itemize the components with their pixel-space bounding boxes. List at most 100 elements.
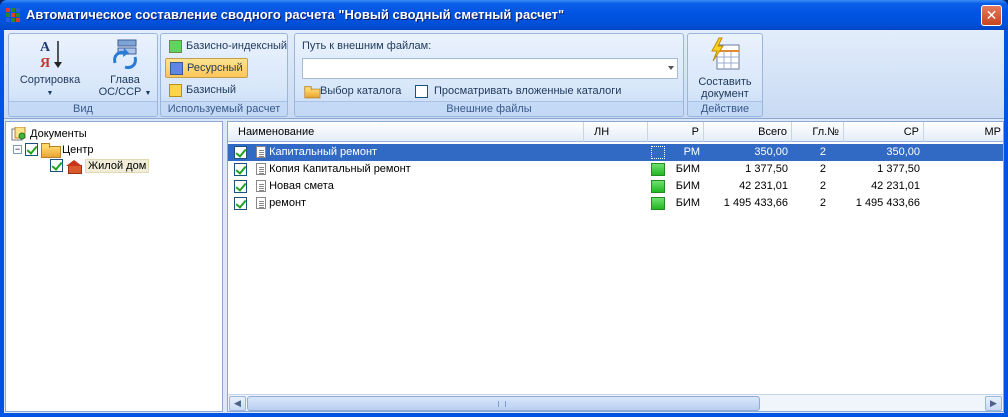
compose-label-1: Составить [698, 76, 752, 88]
group-calc-label: Используемый расчет [161, 101, 287, 116]
compose-document-icon [711, 37, 740, 70]
row-name-cell: ремонт [256, 195, 306, 212]
table-row[interactable]: ремонт БИМ 1 495 433,66 2 1 495 433,66 [228, 195, 1003, 214]
checkbox-checked-icon[interactable] [50, 159, 63, 172]
browse-nested-checkbox[interactable]: Просматривать вложенные каталоги [411, 81, 625, 101]
group-action-label: Действие [688, 101, 762, 116]
table-row[interactable]: Копия Капитальный ремонт БИМ 1 377,50 2 1 37… [228, 161, 1003, 178]
tree-node-house[interactable]: Жилой дом [50, 157, 150, 174]
scrollbar-thumb[interactable] [247, 396, 760, 411]
tree-node-documents[interactable]: Документы [11, 125, 87, 142]
row-sr: 1 377,50 [877, 163, 920, 175]
row-sr: 1 495 433,66 [855, 197, 920, 209]
row-r: БИМ [675, 180, 700, 192]
chapter-label-1: Глава [110, 74, 140, 86]
col-mr[interactable]: МР [924, 122, 1003, 142]
chevron-down-icon [668, 66, 674, 70]
row-total: 350,00 [754, 146, 788, 158]
sort-dropdown-icon: ▼ [46, 90, 54, 97]
choose-dir-label: Выбор каталога [320, 85, 402, 97]
window-title: Автоматическое составление сводного расч… [26, 7, 565, 22]
col-total[interactable]: Всего [704, 122, 792, 142]
calc-option-label: Базисный [186, 84, 237, 96]
sort-label: Сортировка [19, 74, 81, 86]
blue-swatch-icon [170, 61, 183, 75]
tree-node-label: Жилой дом [85, 158, 150, 173]
svg-text:Я: Я [40, 56, 50, 71]
col-ln[interactable]: ЛН [584, 122, 648, 142]
row-sr: 42 231,01 [871, 180, 920, 192]
calc-option-resource[interactable]: Ресурсный [165, 58, 248, 78]
document-icon [256, 146, 266, 159]
grid-header: Наименование ЛН Р Всего Гл.№ СР МР [228, 122, 1003, 142]
path-label: Путь к внешним файлам: [302, 40, 432, 52]
calc-option-label: Ресурсный [187, 62, 243, 74]
col-chapter[interactable]: Гл.№ [792, 122, 844, 142]
svg-text:A: A [40, 40, 51, 55]
chapter-icon [113, 39, 137, 69]
calc-option-basis-index[interactable]: Базисно-индексный [165, 36, 291, 56]
choose-dir-button[interactable]: Выбор каталога [299, 81, 405, 101]
estimates-grid: Наименование ЛН Р Всего Гл.№ СР МР Капит… [227, 121, 1004, 412]
col-name[interactable]: Наименование [228, 122, 584, 142]
group-view: A Я Сортировка ▼ Глава ОС/ССР ▼ Вид [8, 33, 158, 117]
document-icon [256, 163, 266, 176]
row-chapter: 2 [819, 163, 826, 175]
group-calc: Базисно-индексный Ресурсный Базисный Исп… [160, 33, 288, 117]
row-chapter: 2 [819, 197, 826, 209]
col-r[interactable]: Р [648, 122, 704, 142]
folder-icon [41, 143, 61, 158]
green-swatch-icon [169, 39, 182, 53]
row-name: Копия Капитальный ремонт [269, 163, 411, 175]
row-total: 1 377,50 [745, 163, 788, 175]
row-name: Капитальный ремонт [269, 146, 378, 158]
horizontal-scrollbar[interactable]: ◀ ▶ [228, 394, 1003, 411]
checkbox-checked-icon[interactable] [234, 146, 247, 159]
col-sr[interactable]: СР [844, 122, 924, 142]
row-name-cell: Новая смета [256, 178, 334, 195]
scroll-right-icon[interactable]: ▶ [985, 396, 1002, 411]
compose-document-button[interactable]: Составить документ [694, 37, 756, 100]
checkbox-checked-icon[interactable] [25, 143, 38, 156]
row-total: 42 231,01 [739, 180, 788, 192]
row-name-cell: Капитальный ремонт [256, 144, 377, 161]
app-window: Автоматическое составление сводного расч… [0, 0, 1008, 417]
app-grid-icon [6, 8, 20, 22]
document-icon [256, 197, 266, 210]
close-button[interactable]: ✕ [981, 5, 1002, 26]
tree-node-label: Документы [30, 127, 87, 140]
chapter-label-2: ОС/ССР ▼ [98, 86, 152, 98]
chapter-button[interactable]: Глава ОС/ССР ▼ [95, 37, 155, 100]
ribbon: A Я Сортировка ▼ Глава ОС/ССР ▼ Вид Бази… [4, 30, 1004, 119]
house-icon [66, 159, 82, 174]
row-name-cell: Копия Капитальный ремонт [256, 161, 411, 178]
checkbox-checked-icon[interactable] [234, 197, 247, 210]
path-combobox[interactable] [302, 58, 678, 79]
row-r: БИМ [675, 163, 700, 175]
checkbox-icon [415, 84, 428, 98]
tree-node-center[interactable]: − Центр [13, 141, 94, 158]
sort-az-icon: A Я [40, 40, 62, 71]
checkbox-checked-icon[interactable] [234, 163, 247, 176]
scroll-left-icon[interactable]: ◀ [229, 396, 246, 411]
calc-option-basis[interactable]: Базисный [165, 80, 240, 100]
row-r: БИМ [675, 197, 700, 209]
row-total: 1 495 433,66 [723, 197, 788, 209]
yellow-swatch-icon [169, 83, 182, 97]
document-icon [256, 180, 266, 193]
tree-node-label: Центр [62, 143, 94, 156]
table-row[interactable]: Капитальный ремонт РМ 350,00 2 350,00 [228, 144, 1003, 161]
row-name: ремонт [269, 197, 307, 209]
collapse-icon[interactable]: − [13, 145, 22, 154]
row-name: Новая смета [269, 180, 334, 192]
row-sr: 350,00 [886, 146, 920, 158]
checkbox-checked-icon[interactable] [234, 180, 247, 193]
table-row[interactable]: Новая смета БИМ 42 231,01 2 42 231,01 [228, 178, 1003, 195]
sort-button[interactable]: A Я Сортировка ▼ [17, 37, 83, 100]
browse-nested-label: Просматривать вложенные каталоги [434, 85, 622, 97]
client-area: A Я Сортировка ▼ Глава ОС/ССР ▼ Вид Бази… [4, 30, 1004, 413]
row-checkbox[interactable] [234, 197, 247, 214]
document-tree[interactable]: Документы − Центр Жилой дом [5, 121, 223, 412]
folder-icon [304, 85, 321, 98]
row-chapter: 2 [819, 146, 826, 158]
